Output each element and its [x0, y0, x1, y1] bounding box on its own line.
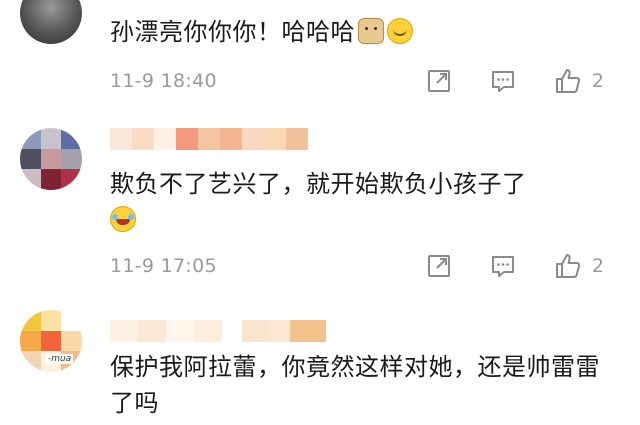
laugh-cry-icon: [110, 206, 136, 232]
thumbs-up-icon: [555, 254, 581, 278]
avatar[interactable]: [20, 0, 82, 44]
doge-icon: [358, 18, 384, 44]
share-icon: [427, 255, 450, 277]
thumbs-up-icon: [555, 69, 581, 93]
comment-time: 11-9 18:40: [110, 70, 217, 92]
comment-icon: [491, 256, 514, 277]
like-count: 2: [591, 255, 604, 277]
comment-icon: [491, 71, 514, 92]
comment-button[interactable]: [490, 68, 516, 94]
like-button[interactable]: 2: [554, 67, 604, 95]
comment-text-content: 欺负不了艺兴了，就开始欺负小孩子了: [110, 170, 527, 198]
like-button[interactable]: 2: [554, 252, 604, 280]
username-blurred[interactable]: [110, 320, 326, 342]
comment-meta: 11-9 18:40 2: [110, 68, 622, 94]
avatar-mosaic: [20, 128, 82, 190]
smile-icon: [387, 18, 413, 44]
comment-text: 欺负不了艺兴了，就开始欺负小孩子了: [110, 166, 612, 238]
share-icon: [427, 70, 450, 92]
comment-item: 孙漂亮你你你！哈哈哈 11-9 18:40 2: [0, 0, 640, 110]
comment-text: 保护我阿拉蕾，你竟然这样对她，还是帅雷雷了吗: [110, 349, 612, 421]
comment-text-content: 孙漂亮你你你！哈哈哈: [110, 18, 355, 46]
comment-meta: 11-9 17:05 2: [110, 253, 622, 279]
like-count: 2: [591, 70, 604, 92]
username-blurred[interactable]: [110, 128, 308, 150]
comment-item: -mua 保护我阿拉蕾，你竟然这样对她，还是帅雷雷了吗: [0, 300, 640, 425]
share-button[interactable]: [426, 68, 452, 94]
avatar[interactable]: [20, 128, 82, 190]
comment-text: 孙漂亮你你你！哈哈哈: [110, 14, 612, 50]
comment-item: 欺负不了艺兴了，就开始欺负小孩子了 11-9 17:05 2: [0, 110, 640, 300]
comment-button[interactable]: [490, 253, 516, 279]
comment-actions: 2: [388, 68, 604, 94]
comment-text-content: 保护我阿拉蕾，你竟然这样对她，还是帅雷雷了吗: [110, 353, 600, 417]
comment-time: 11-9 17:05: [110, 255, 217, 277]
share-button[interactable]: [426, 253, 452, 279]
avatar-tag: -mua: [46, 354, 74, 364]
comment-actions: 2: [388, 253, 604, 279]
avatar[interactable]: -mua: [20, 310, 82, 372]
